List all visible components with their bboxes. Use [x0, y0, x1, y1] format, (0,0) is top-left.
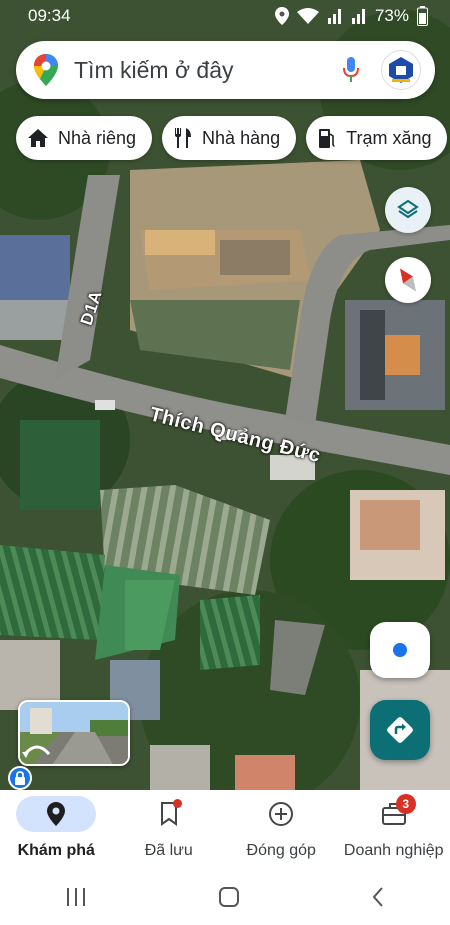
- saved-badge-dot: [172, 799, 182, 808]
- system-nav-bar: [0, 868, 450, 925]
- recents-icon[interactable]: [65, 887, 87, 907]
- layers-icon: [397, 199, 419, 219]
- chip-home-label: Nhà riêng: [58, 127, 137, 148]
- chip-home[interactable]: Nhà riêng: [16, 116, 153, 160]
- nav-explore-label: Khám phá: [17, 842, 95, 859]
- avatar[interactable]: [381, 50, 421, 90]
- nav-business[interactable]: 3 Doanh nghiệp: [338, 790, 450, 868]
- my-location-icon: [393, 643, 407, 657]
- avatar-logo-icon: [389, 57, 413, 83]
- nav-business-label: Doanh nghiệp: [343, 842, 444, 859]
- lock-icon: [15, 771, 25, 785]
- back-icon[interactable]: [371, 886, 385, 908]
- home-icon: [28, 129, 48, 147]
- nav-contribute-label: Đóng góp: [246, 842, 316, 859]
- nav-contribute[interactable]: Đóng góp: [225, 790, 338, 868]
- status-bar: 09:34 73%: [0, 0, 450, 32]
- nav-saved-label: Đã lưu: [144, 842, 193, 859]
- layers-button[interactable]: [385, 187, 431, 233]
- signal-icon: [327, 9, 341, 24]
- directions-button[interactable]: [370, 700, 430, 760]
- location-icon: [274, 7, 289, 25]
- compass-button[interactable]: [385, 257, 431, 303]
- search-bar[interactable]: Tìm kiếm ở đây: [16, 41, 435, 99]
- mic-button[interactable]: [335, 54, 367, 86]
- street-view-arrow-icon: [22, 745, 51, 758]
- my-location-button[interactable]: [370, 622, 430, 678]
- gas-station-icon: [318, 128, 336, 148]
- directions-icon: [387, 717, 413, 743]
- chip-gas-station[interactable]: Trạm xăng: [306, 116, 448, 160]
- add-circle-icon: [269, 802, 294, 826]
- lock-badge: [8, 766, 32, 790]
- compass-icon: [399, 268, 417, 292]
- bottom-nav: Khám phá Đã lưu Đóng góp 3 Doanh nghiệp: [0, 790, 450, 868]
- signal-icon: [351, 9, 365, 24]
- restaurant-icon: [174, 128, 192, 148]
- maps-pin-logo: [34, 54, 58, 86]
- chip-gas-station-label: Trạm xăng: [346, 127, 432, 148]
- explore-pin-icon: [47, 802, 66, 826]
- status-time: 09:34: [28, 6, 71, 25]
- nav-saved[interactable]: Đã lưu: [113, 790, 226, 868]
- business-badge: 3: [395, 794, 416, 814]
- wifi-icon: [296, 8, 319, 24]
- chip-restaurant[interactable]: Nhà hàng: [162, 116, 297, 160]
- mic-icon: [343, 57, 359, 82]
- battery-percent: 73%: [374, 6, 409, 25]
- category-chips: Nhà riêng Nhà hàng Trạm xăng: [16, 116, 448, 160]
- home-icon[interactable]: [218, 886, 240, 908]
- status-icons: 73%: [274, 6, 428, 26]
- chip-restaurant-label: Nhà hàng: [202, 127, 281, 148]
- search-input[interactable]: Tìm kiếm ở đây: [74, 57, 335, 84]
- nav-explore[interactable]: Khám phá: [0, 790, 113, 868]
- battery-icon: [417, 6, 428, 26]
